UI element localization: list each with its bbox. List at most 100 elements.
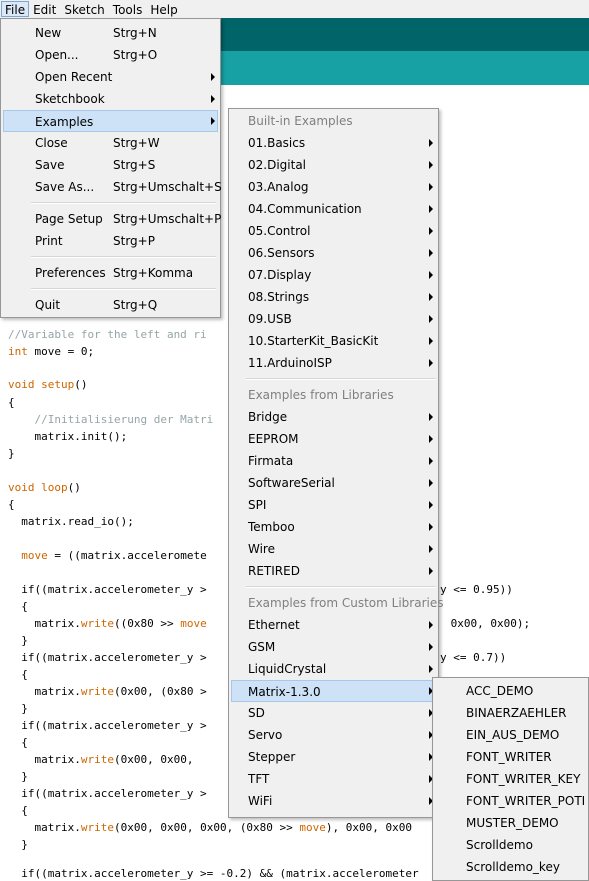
submenu-arrow-icon — [429, 665, 433, 673]
menu-item-page-setup[interactable]: Page Setup Strg+Umschalt+P — [3, 208, 221, 230]
example-custom-ethernet[interactable]: Ethernet — [231, 614, 436, 636]
example-lib-bridge[interactable]: Bridge — [231, 406, 436, 428]
submenu-arrow-icon — [429, 293, 433, 301]
menu-header-builtin: Built-in Examples — [248, 114, 353, 128]
menu-item-quit[interactable]: Quit Strg+Q — [3, 294, 218, 316]
matrix-font-writer-key[interactable]: FONT_WRITER_KEY — [435, 768, 586, 790]
matrix-scrolldemo-key[interactable]: Scrolldemo_key — [435, 856, 586, 878]
menu-item-save-as[interactable]: Save As... Strg+Umschalt+S — [3, 176, 222, 198]
menu-item-open-recent[interactable]: Open Recent — [3, 66, 218, 88]
submenu-arrow-icon — [211, 95, 215, 103]
code-line: { — [8, 804, 28, 817]
menu-header-libraries: Examples from Libraries — [248, 388, 394, 402]
example-09-usb[interactable]: 09.USB — [231, 308, 436, 330]
submenu-arrow-icon — [429, 337, 433, 345]
matrix-muster-demo[interactable]: MUSTER_DEMO — [435, 812, 586, 834]
example-04-communication[interactable]: 04.Communication — [231, 198, 436, 220]
menu-item-new[interactable]: New Strg+N — [3, 22, 218, 44]
submenu-arrow-icon — [429, 479, 433, 487]
code-line: { — [8, 736, 28, 749]
example-custom-tft[interactable]: TFT — [231, 768, 436, 790]
menu-separator — [246, 586, 436, 588]
code-line: //Initialisierung der Matri — [8, 413, 214, 426]
submenu-arrow-icon — [211, 73, 215, 81]
example-lib-wire[interactable]: Wire — [231, 538, 436, 560]
code-line: if((matrix.accelerometer_y > — [8, 583, 207, 596]
example-03-analog[interactable]: 03.Analog — [231, 176, 436, 198]
example-10-starterkit[interactable]: 10.StarterKit_BasicKit — [231, 330, 436, 352]
example-lib-firmata[interactable]: Firmata — [231, 450, 436, 472]
matrix-binaerzaehler[interactable]: BINAERZAEHLER — [435, 702, 586, 724]
code-line: void setup() — [8, 378, 88, 391]
code-line: { — [8, 600, 28, 613]
menu-edit[interactable]: Edit — [29, 1, 60, 17]
code-line: matrix.write(0x00, (0x80 > — [8, 685, 207, 698]
example-custom-gsm[interactable]: GSM — [231, 636, 436, 658]
example-11-arduinoisp[interactable]: 11.ArduinoISP — [231, 352, 436, 374]
menu-tools[interactable]: Tools — [109, 1, 147, 17]
code-line: } — [8, 770, 28, 783]
code-line: if((matrix.accelerometer_y > — [8, 719, 207, 732]
menu-item-save[interactable]: Save Strg+S — [3, 154, 218, 176]
menu-item-print[interactable]: Print Strg+P — [3, 230, 218, 252]
code-line-fragment: 0x00, 0x00); — [444, 617, 531, 630]
menu-bar: File Edit Sketch Tools Help — [0, 0, 589, 18]
code-line: } — [8, 702, 28, 715]
example-lib-spi[interactable]: SPI — [231, 494, 436, 516]
example-02-digital[interactable]: 02.Digital — [231, 154, 436, 176]
example-lib-temboo[interactable]: Temboo — [231, 516, 436, 538]
code-line: if((matrix.accelerometer_y >= -0.2) && (… — [8, 867, 419, 880]
file-menu: New Strg+N Open... Strg+O Open Recent Sket… — [0, 18, 222, 318]
matrix-font-writer[interactable]: FONT_WRITER — [435, 746, 586, 768]
example-07-display[interactable]: 07.Display — [231, 264, 436, 286]
code-line: } — [8, 838, 28, 851]
menu-help[interactable]: Help — [146, 1, 181, 17]
matrix-ein-aus-demo[interactable]: EIN_AUS_DEMO — [435, 724, 586, 746]
example-01-basics[interactable]: 01.Basics — [231, 132, 436, 154]
menu-file[interactable]: File — [1, 1, 30, 17]
code-line: move = ((matrix.acceleromete — [21, 549, 207, 562]
menu-item-sketchbook[interactable]: Sketchbook — [3, 88, 218, 110]
submenu-arrow-icon — [429, 621, 433, 629]
menu-item-preferences[interactable]: Preferences Strg+Komma — [3, 262, 218, 284]
menu-separator — [31, 288, 216, 290]
example-custom-stepper[interactable]: Stepper — [231, 746, 436, 768]
example-custom-liquidcrystal[interactable]: LiquidCrystal — [231, 658, 436, 680]
code-line: matrix.read_io(); — [8, 515, 134, 528]
example-custom-matrix[interactable]: Matrix-1.3.0 — [231, 680, 436, 702]
code-line: if((matrix.accelerometer_y > — [8, 651, 207, 664]
matrix-scrolldemo[interactable]: Scrolldemo — [435, 834, 586, 856]
matrix-font-writer-poti[interactable]: FONT_WRITER_POTI — [435, 790, 586, 812]
example-lib-softwareserial[interactable]: SoftwareSerial — [231, 472, 436, 494]
submenu-arrow-icon — [429, 227, 433, 235]
submenu-arrow-icon — [429, 567, 433, 575]
example-custom-wifi[interactable]: WiFi — [231, 790, 436, 812]
example-custom-servo[interactable]: Servo — [231, 724, 436, 746]
example-08-strings[interactable]: 08.Strings — [231, 286, 436, 308]
example-06-sensors[interactable]: 06.Sensors — [231, 242, 436, 264]
menu-separator — [246, 378, 436, 380]
code-line: //Variable for the left and ri — [8, 328, 207, 341]
code-line: matrix.write(0x00, 0x00, 0x00, (0x80 >> … — [8, 821, 413, 834]
code-line: int move = 0; — [8, 345, 95, 358]
menu-sketch[interactable]: Sketch — [60, 1, 108, 17]
menu-separator — [31, 202, 216, 204]
matrix-submenu: ACC_DEMO BINAERZAEHLER EIN_AUS_DEMO FONT… — [432, 677, 589, 881]
submenu-arrow-icon — [211, 117, 215, 125]
submenu-arrow-icon — [429, 315, 433, 323]
example-custom-sd[interactable]: SD — [231, 702, 436, 724]
example-05-control[interactable]: 05.Control — [231, 220, 436, 242]
menu-item-close[interactable]: Close Strg+W — [3, 132, 218, 154]
example-lib-retired[interactable]: RETIRED — [231, 560, 436, 582]
code-line: void loop() — [8, 481, 81, 494]
code-line: matrix.write((0x80 >> move — [8, 617, 207, 630]
code-line: { — [8, 668, 28, 681]
submenu-arrow-icon — [429, 249, 433, 257]
menu-item-examples[interactable]: Examples — [3, 110, 218, 132]
matrix-acc-demo[interactable]: ACC_DEMO — [435, 680, 586, 702]
submenu-arrow-icon — [429, 139, 433, 147]
menu-item-open[interactable]: Open... Strg+O — [3, 44, 218, 66]
example-lib-eeprom[interactable]: EEPROM — [231, 428, 436, 450]
submenu-arrow-icon — [429, 413, 433, 421]
code-line-fragment: y <= 0.7)) — [440, 651, 507, 664]
